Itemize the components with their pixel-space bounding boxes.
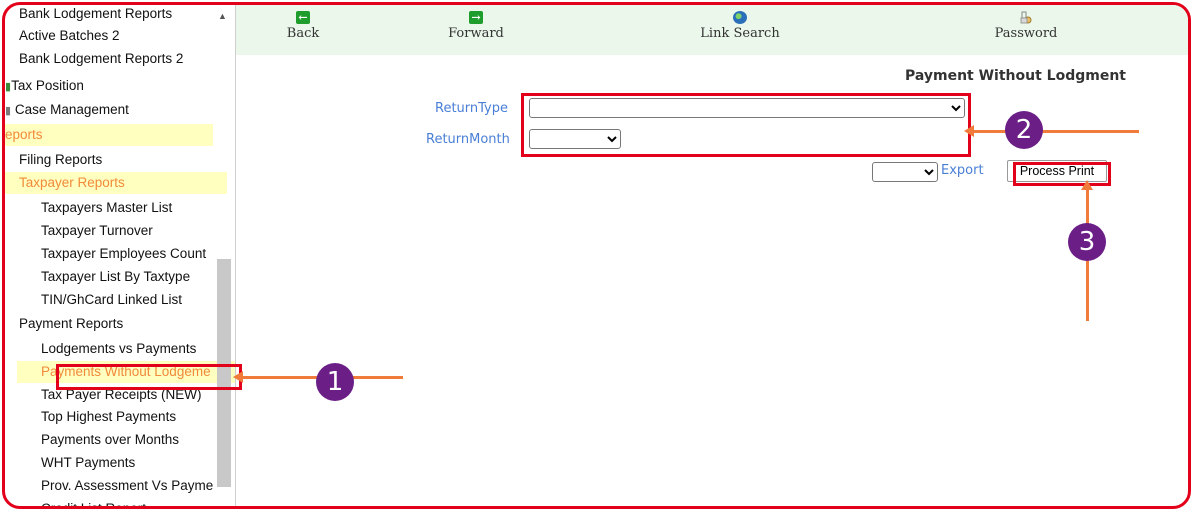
annotation-arrowhead-3: [1081, 180, 1093, 190]
key-lock-icon: [1020, 11, 1032, 24]
sidebar-item-prov-assessment-vs-payments[interactable]: Prov. Assessment Vs Payme: [5, 475, 213, 497]
sidebar-item-taxpayer-reports[interactable]: Taxpayer Reports: [5, 172, 227, 194]
sidebar-item-payments-over-months[interactable]: Payments over Months: [5, 429, 179, 451]
annotation-badge-3: 3: [1068, 223, 1106, 261]
annotation-badge-1: 1: [316, 363, 354, 401]
sidebar-item-wht-payments[interactable]: WHT Payments: [5, 452, 135, 474]
sidebar-item-tin-ghcard-linked-list[interactable]: TIN/GhCard Linked List: [5, 289, 182, 311]
document-icon: ▮: [5, 105, 12, 117]
return-month-label: ReturnMonth: [426, 132, 510, 147]
sidebar-item-taxpayers-master-list[interactable]: Taxpayers Master List: [5, 197, 172, 219]
password-button[interactable]: Password: [966, 5, 1086, 41]
sidebar-item-taxpayer-list-by-taxtype[interactable]: Taxpayer List By Taxtype: [5, 266, 190, 288]
sidebar-item-lodgements-vs-payments[interactable]: Lodgements vs Payments: [5, 338, 196, 360]
globe-icon: [733, 11, 747, 24]
sidebar-item-bank-lodgement-reports-2[interactable]: Bank Lodgement Reports 2: [5, 48, 183, 70]
sidebar-item-payment-reports[interactable]: Payment Reports: [5, 313, 123, 335]
sidebar-nav: Bank Lodgement Reports Active Batches 2 …: [5, 5, 236, 506]
page-title: Payment Without Lodgment: [904, 68, 1126, 84]
annotation-arrow-2: [973, 130, 1139, 133]
sidebar-item-top-highest-payments[interactable]: Top Highest Payments: [5, 406, 176, 428]
back-button[interactable]: ← Back: [243, 5, 363, 41]
sidebar-item-active-batches-2[interactable]: Active Batches 2: [5, 25, 120, 47]
forward-button[interactable]: → Forward: [416, 5, 536, 41]
annotation-arrowhead-1: [233, 371, 243, 383]
return-type-label: ReturnType: [435, 101, 508, 116]
screenshot-frame: Bank Lodgement Reports Active Batches 2 …: [2, 2, 1191, 509]
export-link[interactable]: Export: [941, 163, 984, 178]
link-search-button[interactable]: Link Search: [680, 5, 800, 41]
sidebar-item-taxpayer-employees-count[interactable]: Taxpayer Employees Count: [5, 243, 206, 265]
toolbar: ← Back → Forward Link Search Password: [236, 5, 1188, 55]
annotation-badge-2: 2: [1005, 111, 1043, 149]
sidebar-item-taxpayer-turnover[interactable]: Taxpayer Turnover: [5, 220, 153, 242]
sidebar-item-bank-lodgement-reports[interactable]: Bank Lodgement Reports: [5, 5, 172, 25]
sidebar-item-filing-reports[interactable]: Filing Reports: [5, 149, 102, 171]
sidebar-item-case-management[interactable]: ▮ Case Management: [5, 99, 129, 121]
annotation-box-3: [1013, 162, 1111, 186]
annotation-arrowhead-2: [964, 125, 974, 137]
sidebar-item-credit-list-report[interactable]: Credit List Report: [5, 498, 146, 506]
scroll-up-arrow-icon[interactable]: ▲: [218, 11, 227, 21]
sidebar-item-reports[interactable]: eports: [5, 124, 213, 146]
annotation-box-2: [521, 93, 971, 157]
sidebar-item-tax-position[interactable]: ▮Tax Position: [5, 75, 84, 97]
back-arrow-icon: ←: [296, 11, 310, 24]
forward-arrow-icon: →: [469, 11, 483, 24]
annotation-box-1: [56, 364, 242, 390]
export-format-select[interactable]: [872, 162, 938, 182]
